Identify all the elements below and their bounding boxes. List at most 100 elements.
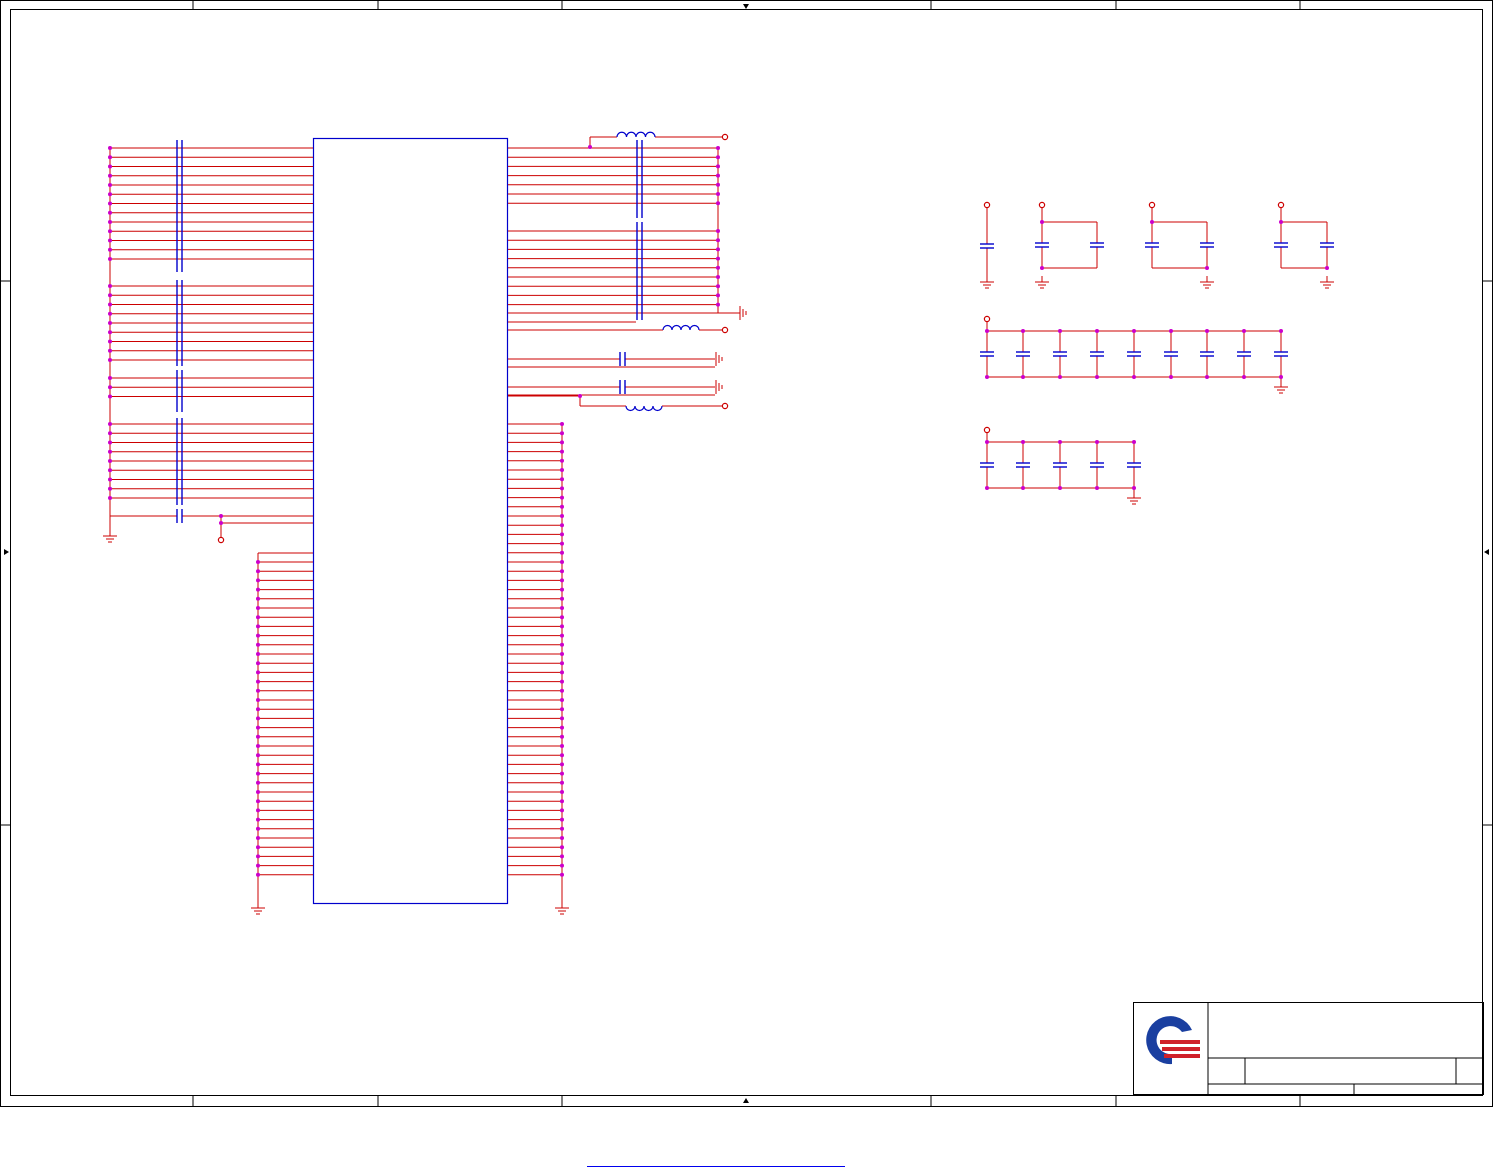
junction-dot (256, 762, 260, 767)
junction-dot (560, 817, 564, 822)
junction-dot (1021, 329, 1025, 333)
junction-dot (108, 422, 112, 426)
junction-dot (560, 569, 564, 574)
center-arrow-icon (4, 549, 9, 555)
junction-dot (108, 293, 112, 298)
junction-dot (1058, 486, 1062, 490)
junction-dot (108, 173, 112, 178)
junction-dot (1095, 375, 1099, 379)
junction-dot (256, 725, 260, 730)
junction-dot (108, 330, 112, 335)
junction-dot (108, 183, 112, 187)
junction-dot (108, 229, 112, 234)
junction-dot (108, 257, 112, 261)
junction-dot (560, 661, 564, 666)
power-port-icon (721, 326, 729, 334)
junction-dot (256, 688, 260, 693)
power-port-icon (983, 315, 991, 323)
junction-dot (256, 780, 260, 785)
junction-dot (1205, 375, 1209, 379)
junction-dot (560, 468, 564, 472)
main-ic-body (312, 137, 509, 905)
junction-dot (560, 449, 564, 454)
junction-dot (256, 808, 260, 813)
junction-dot (560, 587, 564, 592)
junction-dot (256, 670, 260, 675)
junction-dot (256, 707, 260, 712)
junction-dot (1058, 375, 1062, 379)
junction-dot (716, 229, 720, 233)
junction-dot (560, 716, 564, 721)
junction-dot (256, 854, 260, 859)
junction-dot (560, 477, 564, 482)
title-block (1133, 1002, 1484, 1095)
junction-dot (108, 192, 112, 197)
junction-dot (108, 394, 112, 399)
junction-dot (1132, 329, 1136, 333)
center-arrow-icon (1484, 549, 1489, 555)
junction-dot (108, 155, 112, 160)
junction-dot (1132, 375, 1136, 379)
junction-dot (560, 504, 564, 509)
junction-dot (108, 164, 112, 169)
junction-dot (560, 486, 564, 491)
junction-dot (256, 606, 260, 610)
junction-dot (1205, 266, 1209, 270)
junction-dot (560, 744, 564, 748)
junction-dot (560, 514, 564, 518)
power-port-icon (1277, 201, 1285, 209)
company-logo-icon (1160, 1040, 1200, 1044)
wire-layer (109, 136, 1328, 902)
junction-dot (256, 624, 260, 629)
junction-dot (256, 753, 260, 758)
power-port-icon (217, 536, 225, 544)
junction-dot (256, 744, 260, 748)
junction-dot (1279, 375, 1283, 379)
company-logo-icon (1162, 1047, 1200, 1051)
junction-dot (560, 771, 564, 776)
junction-dot (1095, 486, 1099, 490)
junction-dot (1058, 440, 1062, 444)
junction-dot (1325, 266, 1329, 270)
junction-dot (560, 596, 564, 601)
junction-dot (560, 826, 564, 831)
junction-dot (560, 836, 564, 840)
junction-dot (256, 698, 260, 702)
junction-dot (108, 449, 112, 454)
junction-dot (1279, 329, 1283, 333)
junction-dot (716, 164, 720, 169)
junction-dot (108, 385, 112, 390)
junction-dot (1021, 375, 1025, 379)
junction-dot (560, 642, 564, 647)
footer-link[interactable] (587, 1152, 845, 1167)
inductor-icon (616, 131, 656, 138)
junction-dot (108, 496, 112, 500)
junction-dot (1095, 440, 1099, 444)
inductor-icon (625, 405, 663, 412)
junction-dot (256, 836, 260, 840)
junction-dot (560, 707, 564, 712)
junction-dot (560, 725, 564, 730)
junction-dot (716, 155, 720, 160)
junction-dot (716, 284, 720, 289)
junction-dot (560, 541, 564, 546)
junction-dot (256, 826, 260, 831)
junction-dot (588, 145, 592, 149)
junction-dot (108, 486, 112, 491)
junction-dot (1150, 220, 1154, 224)
junction-dot (716, 238, 720, 243)
inductor-icon (662, 324, 700, 331)
junction-dot (985, 486, 989, 490)
junction-dot (108, 339, 112, 344)
junction-dot (560, 431, 564, 436)
junction-dot (560, 624, 564, 629)
junction-dot (108, 459, 112, 463)
junction-dot (108, 348, 112, 353)
junction-dot (108, 210, 112, 215)
junction-dot (578, 394, 582, 398)
junction-dot (256, 569, 260, 574)
schematic-sheet (0, 0, 1493, 1107)
junction-dot (1169, 329, 1173, 333)
junction-dot (560, 523, 564, 528)
junction-dot (1040, 266, 1044, 270)
